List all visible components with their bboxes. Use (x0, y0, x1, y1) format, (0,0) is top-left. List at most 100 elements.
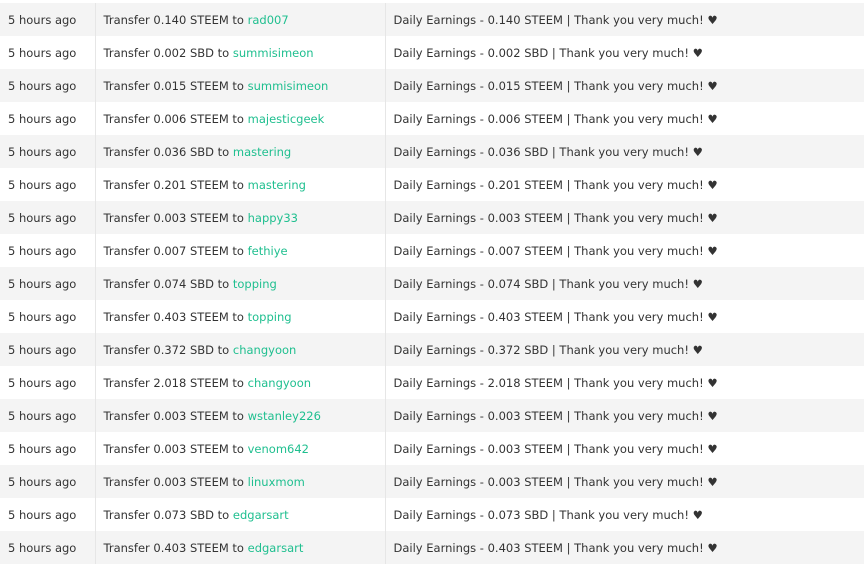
memo-text: Daily Earnings - 0.140 STEEM | Thank you… (393, 12, 718, 27)
memo-cell: Daily Earnings - 0.006 STEEM | Thank you… (385, 102, 864, 135)
memo-cell: Daily Earnings - 0.003 STEEM | Thank you… (385, 465, 864, 498)
operation-cell: Transfer 0.003 STEEM to venom642 (95, 432, 386, 465)
transfer-history-body: 5 hours ago Transfer 0.140 STEEM to rad00… (0, 3, 864, 564)
time-cell: 5 hours ago (0, 234, 96, 267)
table-row: 5 hours ago Transfer 0.003 STEEM to happy… (0, 201, 864, 234)
operation-cell: Transfer 0.003 STEEM to linuxmom (95, 465, 386, 498)
recipient-link[interactable]: wstanley226 (248, 409, 321, 423)
transfer-description: Transfer 0.201 STEEM to (103, 177, 244, 192)
operation-cell: Transfer 0.201 STEEM to mastering (95, 168, 386, 201)
transfer-description: Transfer 0.007 STEEM to (103, 243, 244, 258)
timestamp[interactable]: 5 hours ago (8, 211, 76, 225)
transfer-description: Transfer 0.074 SBD to (103, 276, 230, 291)
timestamp[interactable]: 5 hours ago (8, 277, 76, 291)
operation-cell: Transfer 0.073 SBD to edgarsart (95, 498, 386, 531)
timestamp[interactable]: 5 hours ago (8, 376, 76, 390)
transfer-history-table: 5 hours ago Transfer 0.140 STEEM to rad00… (0, 3, 864, 564)
operation-cell: Transfer 0.403 STEEM to edgarsart (95, 531, 386, 564)
table-row: 5 hours ago Transfer 0.403 STEEM to toppi… (0, 300, 864, 333)
recipient-link[interactable]: changyoon (248, 376, 311, 390)
table-row: 5 hours ago Transfer 0.074 SBD to topping… (0, 267, 864, 300)
table-row: 5 hours ago Transfer 0.002 SBD to summisi… (0, 36, 864, 69)
time-cell: 5 hours ago (0, 432, 96, 465)
memo-cell: Daily Earnings - 0.002 SBD | Thank you v… (385, 36, 864, 69)
memo-text: Daily Earnings - 0.003 STEEM | Thank you… (393, 441, 718, 456)
transfer-description: Transfer 0.003 STEEM to (103, 408, 244, 423)
time-cell: 5 hours ago (0, 3, 96, 36)
timestamp[interactable]: 5 hours ago (8, 13, 76, 27)
timestamp[interactable]: 5 hours ago (8, 442, 76, 456)
recipient-link[interactable]: rad007 (248, 13, 289, 27)
transfer-description: Transfer 0.015 STEEM to (103, 78, 244, 93)
transfer-description: Transfer 0.073 SBD to (103, 507, 230, 522)
timestamp[interactable]: 5 hours ago (8, 541, 76, 555)
memo-cell: Daily Earnings - 0.140 STEEM | Thank you… (385, 3, 864, 36)
transfer-description: Transfer 0.006 STEEM to (103, 111, 244, 126)
recipient-link[interactable]: summisimeon (233, 46, 314, 60)
transfer-description: Transfer 0.372 SBD to (103, 342, 230, 357)
recipient-link[interactable]: mastering (248, 178, 306, 192)
recipient-link[interactable]: venom642 (248, 442, 309, 456)
timestamp[interactable]: 5 hours ago (8, 79, 76, 93)
timestamp[interactable]: 5 hours ago (8, 112, 76, 126)
memo-text: Daily Earnings - 0.403 STEEM | Thank you… (393, 540, 718, 555)
operation-cell: Transfer 0.074 SBD to topping (95, 267, 386, 300)
operation-cell: Transfer 0.372 SBD to changyoon (95, 333, 386, 366)
timestamp[interactable]: 5 hours ago (8, 475, 76, 489)
time-cell: 5 hours ago (0, 102, 96, 135)
memo-text: Daily Earnings - 0.006 STEEM | Thank you… (393, 111, 718, 126)
time-cell: 5 hours ago (0, 267, 96, 300)
memo-cell: Daily Earnings - 0.403 STEEM | Thank you… (385, 531, 864, 564)
recipient-link[interactable]: topping (248, 310, 292, 324)
time-cell: 5 hours ago (0, 333, 96, 366)
table-row: 5 hours ago Transfer 0.201 STEEM to maste… (0, 168, 864, 201)
operation-cell: Transfer 2.018 STEEM to changyoon (95, 366, 386, 399)
recipient-link[interactable]: mastering (233, 145, 291, 159)
recipient-link[interactable]: edgarsart (248, 541, 304, 555)
memo-text: Daily Earnings - 0.007 STEEM | Thank you… (393, 243, 718, 258)
memo-text: Daily Earnings - 0.073 SBD | Thank you v… (393, 507, 703, 522)
timestamp[interactable]: 5 hours ago (8, 244, 76, 258)
recipient-link[interactable]: happy33 (248, 211, 298, 225)
memo-cell: Daily Earnings - 0.003 STEEM | Thank you… (385, 432, 864, 465)
memo-text: Daily Earnings - 0.036 SBD | Thank you v… (393, 144, 703, 159)
transfer-description: Transfer 0.403 STEEM to (103, 540, 244, 555)
recipient-link[interactable]: linuxmom (248, 475, 305, 489)
time-cell: 5 hours ago (0, 135, 96, 168)
timestamp[interactable]: 5 hours ago (8, 310, 76, 324)
recipient-link[interactable]: majesticgeek (248, 112, 325, 126)
transfer-description: Transfer 0.003 STEEM to (103, 210, 244, 225)
recipient-link[interactable]: edgarsart (233, 508, 289, 522)
memo-cell: Daily Earnings - 0.372 SBD | Thank you v… (385, 333, 864, 366)
time-cell: 5 hours ago (0, 300, 96, 333)
memo-text: Daily Earnings - 0.403 STEEM | Thank you… (393, 309, 718, 324)
operation-cell: Transfer 0.007 STEEM to fethiye (95, 234, 386, 267)
transfer-description: Transfer 0.003 STEEM to (103, 441, 244, 456)
recipient-link[interactable]: fethiye (248, 244, 288, 258)
timestamp[interactable]: 5 hours ago (8, 343, 76, 357)
recipient-link[interactable]: topping (233, 277, 277, 291)
table-row: 5 hours ago Transfer 0.007 STEEM to fethi… (0, 234, 864, 267)
operation-cell: Transfer 0.036 SBD to mastering (95, 135, 386, 168)
operation-cell: Transfer 0.006 STEEM to majesticgeek (95, 102, 386, 135)
operation-cell: Transfer 0.403 STEEM to topping (95, 300, 386, 333)
memo-text: Daily Earnings - 0.003 STEEM | Thank you… (393, 210, 718, 225)
memo-text: Daily Earnings - 0.372 SBD | Thank you v… (393, 342, 703, 357)
timestamp[interactable]: 5 hours ago (8, 409, 76, 423)
recipient-link[interactable]: summisimeon (248, 79, 329, 93)
time-cell: 5 hours ago (0, 69, 96, 102)
time-cell: 5 hours ago (0, 366, 96, 399)
transfer-description: Transfer 0.140 STEEM to (103, 12, 244, 27)
timestamp[interactable]: 5 hours ago (8, 46, 76, 60)
memo-cell: Daily Earnings - 0.074 SBD | Thank you v… (385, 267, 864, 300)
memo-cell: Daily Earnings - 0.036 SBD | Thank you v… (385, 135, 864, 168)
timestamp[interactable]: 5 hours ago (8, 145, 76, 159)
timestamp[interactable]: 5 hours ago (8, 178, 76, 192)
time-cell: 5 hours ago (0, 36, 96, 69)
recipient-link[interactable]: changyoon (233, 343, 296, 357)
timestamp[interactable]: 5 hours ago (8, 508, 76, 522)
memo-cell: Daily Earnings - 0.003 STEEM | Thank you… (385, 399, 864, 432)
table-row: 5 hours ago Transfer 0.372 SBD to changyo… (0, 333, 864, 366)
memo-cell: Daily Earnings - 0.073 SBD | Thank you v… (385, 498, 864, 531)
transfer-description: Transfer 2.018 STEEM to (103, 375, 244, 390)
